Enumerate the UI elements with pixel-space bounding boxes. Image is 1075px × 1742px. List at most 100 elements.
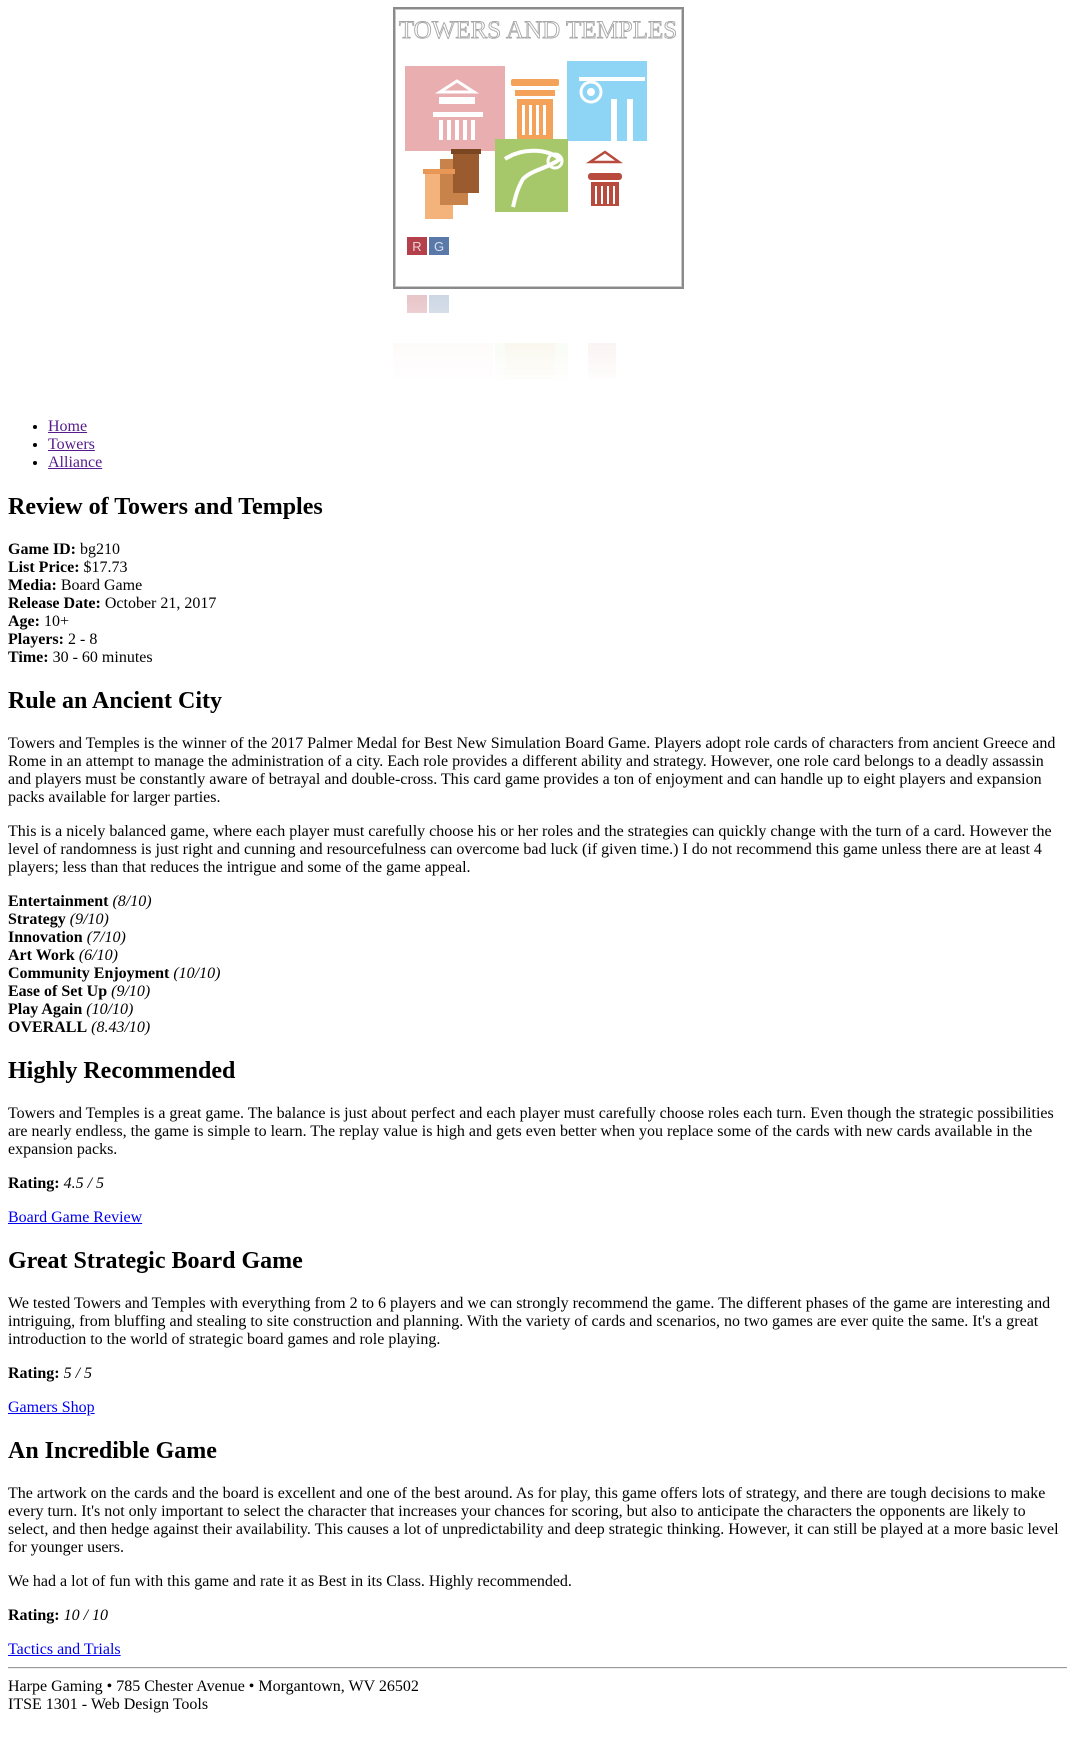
score-label: OVERALL [8, 1019, 88, 1036]
detail-value: 2 - 8 [67, 631, 98, 648]
detail-value: 30 - 60 minutes [52, 649, 153, 666]
nav-item-towers: Towers [48, 436, 1067, 454]
review-heading: Great Strategic Board Game [8, 1248, 303, 1274]
score-label: Community Enjoyment [8, 965, 170, 982]
intro-paragraph: Towers and Temples is the winner of the … [8, 735, 1056, 806]
review-rating: Rating: 4.5 / 5 [8, 1175, 1067, 1193]
detail-value: Board Game [60, 577, 143, 594]
detail-players: Players: 2 - 8 [8, 631, 1067, 649]
logo-artwork: TOWERS AND TEMPLES R G [398, 17, 678, 255]
review-paragraph: Towers and Temples is a great game. The … [8, 1105, 1054, 1158]
score-label: Innovation [8, 929, 83, 946]
detail-label: Game ID: [8, 541, 76, 558]
logo-reflection [393, 291, 684, 391]
score-list: Entertainment (8/10) Strategy (9/10) Inn… [8, 893, 1067, 1037]
detail-age: Age: 10+ [8, 613, 1067, 631]
intro-paragraph: This is a nicely balanced game, where ea… [8, 823, 1052, 876]
nav-item-home: Home [48, 418, 1067, 436]
review-paragraph: We had a lot of fun with this game and r… [8, 1573, 572, 1590]
nav-item-alliance: Alliance [48, 454, 1067, 472]
logo-title: TOWERS AND TEMPLES [399, 17, 677, 44]
badge-g-letter: G [434, 239, 444, 254]
review-source: Tactics and Trials [8, 1641, 1067, 1659]
green-capital-tile [495, 139, 568, 212]
review-great-strategic: Great Strategic Board Game We tested Tow… [8, 1247, 1067, 1417]
rating-label: Rating: [8, 1607, 60, 1624]
nav-link-home[interactable]: Home [48, 418, 87, 435]
score-label: Art Work [8, 947, 75, 964]
score-row: Innovation (7/10) [8, 929, 1067, 947]
review-rating: Rating: 10 / 10 [8, 1607, 1067, 1625]
score-row: Ease of Set Up (9/10) [8, 983, 1067, 1001]
score-row: Community Enjoyment (10/10) [8, 965, 1067, 983]
pink-temple-tile [405, 66, 505, 151]
review-paragraph: The artwork on the cards and the board i… [8, 1485, 1059, 1556]
score-value: (6/10) [78, 947, 118, 964]
detail-value: $17.73 [83, 559, 128, 576]
score-value: (8/10) [112, 893, 152, 910]
detail-label: List Price: [8, 559, 80, 576]
rating-value: 10 / 10 [63, 1607, 109, 1624]
detail-game-id: Game ID: bg210 [8, 541, 1067, 559]
footer-address: Harpe Gaming • 785 Chester Avenue • Morg… [8, 1678, 419, 1695]
detail-value: October 21, 2017 [104, 595, 217, 612]
logo-reflection-artwork [393, 295, 616, 379]
towers-and-temples-logo: TOWERS AND TEMPLES R G [393, 7, 684, 289]
detail-label: Players: [8, 631, 64, 648]
review-source: Gamers Shop [8, 1399, 1067, 1417]
rating-label: Rating: [8, 1365, 60, 1382]
detail-label: Release Date: [8, 595, 101, 612]
score-label: Play Again [8, 1001, 83, 1018]
review-source: Board Game Review [8, 1209, 1067, 1227]
detail-label: Media: [8, 577, 57, 594]
rating-label: Rating: [8, 1175, 60, 1192]
rating-value: 5 / 5 [63, 1365, 93, 1382]
nav-link-alliance[interactable]: Alliance [48, 454, 102, 471]
score-row-overall: OVERALL (8.43/10) [8, 1019, 1067, 1037]
source-link[interactable]: Board Game Review [8, 1209, 142, 1226]
main-nav: Home Towers Alliance [8, 418, 1067, 472]
score-value: (8.43/10) [91, 1019, 151, 1036]
page-title: Review of Towers and Temples [8, 494, 323, 520]
red-temple-tile [585, 150, 623, 206]
footer-divider [8, 1667, 1067, 1669]
score-label: Strategy [8, 911, 66, 928]
review-heading: An Incredible Game [8, 1438, 217, 1464]
detail-value: bg210 [79, 541, 120, 558]
page-footer: Harpe Gaming • 785 Chester Avenue • Morg… [8, 1678, 1067, 1714]
score-value: (10/10) [86, 1001, 134, 1018]
source-link[interactable]: Gamers Shop [8, 1399, 95, 1416]
review-incredible-game: An Incredible Game The artwork on the ca… [8, 1437, 1067, 1659]
detail-time: Time: 30 - 60 minutes [8, 649, 1067, 667]
score-row: Play Again (10/10) [8, 1001, 1067, 1019]
source-link[interactable]: Tactics and Trials [8, 1641, 121, 1658]
footer-course: ITSE 1301 - Web Design Tools [8, 1696, 209, 1713]
detail-label: Age: [8, 613, 40, 630]
section-heading-intro: Rule an Ancient City [8, 688, 223, 714]
detail-label: Time: [8, 649, 49, 666]
nav-link-towers[interactable]: Towers [48, 436, 95, 453]
review-rating: Rating: 5 / 5 [8, 1365, 1067, 1383]
score-row: Entertainment (8/10) [8, 893, 1067, 911]
game-details: Game ID: bg210 List Price: $17.73 Media:… [8, 541, 1067, 667]
review-highly-recommended: Highly Recommended Towers and Temples is… [8, 1057, 1067, 1227]
score-value: (9/10) [111, 983, 151, 1000]
score-value: (7/10) [86, 929, 126, 946]
blue-ionic-tile [567, 61, 647, 141]
score-value: (9/10) [69, 911, 109, 928]
brown-columns-tile [423, 149, 481, 219]
detail-media: Media: Board Game [8, 577, 1067, 595]
review-paragraph: We tested Towers and Temples with everyt… [8, 1295, 1051, 1348]
score-row: Strategy (9/10) [8, 911, 1067, 929]
rating-value: 4.5 / 5 [63, 1175, 105, 1192]
review-heading: Highly Recommended [8, 1058, 236, 1084]
score-value: (10/10) [173, 965, 221, 982]
score-row: Art Work (6/10) [8, 947, 1067, 965]
logo-header: TOWERS AND TEMPLES R G [0, 0, 1075, 418]
score-label: Ease of Set Up [8, 983, 108, 1000]
detail-list-price: List Price: $17.73 [8, 559, 1067, 577]
badge-r-letter: R [412, 239, 421, 254]
score-label: Entertainment [8, 893, 109, 910]
detail-value: 10+ [43, 613, 70, 630]
detail-release-date: Release Date: October 21, 2017 [8, 595, 1067, 613]
